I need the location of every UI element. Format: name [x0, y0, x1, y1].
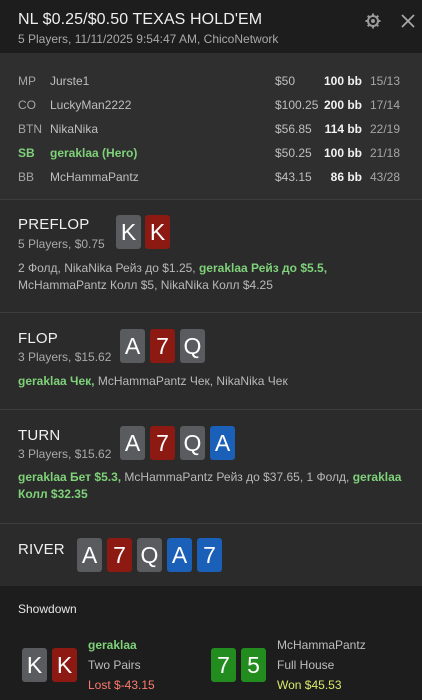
player-row: CO LuckyMan2222 $100.25 200 bb 17/14	[0, 95, 422, 117]
player-position: SB	[18, 146, 35, 160]
player-stack: $56.85	[275, 122, 312, 136]
card: 7	[197, 538, 222, 572]
card: Q	[180, 329, 205, 363]
showdown-villain-hand: Full House	[277, 658, 335, 672]
street-label: RIVER	[18, 541, 65, 558]
card: 7	[150, 329, 175, 363]
card: Q	[137, 538, 162, 572]
card: A	[120, 329, 145, 363]
player-stack: $50.25	[275, 146, 312, 160]
player-name[interactable]: NikaNika	[50, 122, 98, 136]
player-stack-bb: 86 bb	[330, 170, 362, 184]
player-stack-bb: 200 bb	[323, 98, 362, 112]
card: K	[22, 648, 47, 682]
card: 5	[241, 648, 266, 682]
card: A	[77, 538, 102, 572]
showdown-villain-result: Won $45.53	[277, 678, 342, 692]
players-table: MP Jurste1 $50 100 bb 15/13 CO LuckyMan2…	[0, 53, 422, 200]
player-position: MP	[18, 74, 36, 88]
street-actions: 2 Фолд, NikaNika Рейз до $1.25, geraklaa…	[18, 260, 408, 294]
player-name[interactable]: geraklaa (Hero)	[50, 146, 137, 160]
close-icon[interactable]	[400, 13, 416, 29]
card: 7	[107, 538, 132, 572]
turn-section: TURN 3 Players, $15.62 A 7 Q A geraklaa …	[0, 410, 422, 524]
player-stats: 17/14	[370, 98, 401, 112]
player-position: CO	[18, 98, 36, 112]
action-text: McHammaPantz Колл $5, NikaNika Колл $4.2…	[18, 278, 273, 292]
action-text: McHammaPantz Чек, NikaNika Чек	[94, 374, 288, 388]
player-name[interactable]: LuckyMan2222	[50, 98, 131, 112]
player-stats: 15/13	[370, 74, 401, 88]
player-position: BB	[18, 170, 35, 184]
river-section: RIVER A 7 Q A 7	[0, 524, 422, 586]
street-info: 5 Players, $0.75	[18, 237, 105, 251]
action-text: McHammaPantz Рейз до $37.65, 1 Фолд,	[121, 470, 353, 484]
street-info: 3 Players, $15.62	[18, 350, 112, 364]
showdown-title: Showdown	[18, 602, 77, 616]
card: A	[120, 426, 145, 460]
street-info: 3 Players, $15.62	[18, 447, 112, 461]
hero-action: geraklaa Чек,	[18, 374, 95, 388]
card: K	[145, 215, 170, 249]
preflop-section: PREFLOP 5 Players, $0.75 K K 2 Фолд, Nik…	[0, 200, 422, 313]
window-title: NL $0.25/$0.50 TEXAS HOLD'EM	[18, 11, 263, 28]
street-label: FLOP	[18, 330, 58, 347]
player-row: MP Jurste1 $50 100 bb 15/13	[0, 71, 422, 93]
player-position: BTN	[18, 122, 42, 136]
card: Q	[180, 426, 205, 460]
showdown-hero-name: geraklaa	[88, 638, 137, 652]
player-stats: 22/19	[370, 122, 401, 136]
hero-action: geraklaa Бет $5.3,	[18, 470, 122, 484]
card: K	[52, 648, 77, 682]
card: A	[167, 538, 192, 572]
card: K	[116, 215, 141, 249]
window-header: NL $0.25/$0.50 TEXAS HOLD'EM 5 Players, …	[0, 0, 422, 53]
card: A	[210, 426, 235, 460]
player-stack: $100.25	[275, 98, 319, 112]
player-name[interactable]: Jurste1	[50, 74, 89, 88]
player-row: BB McHammaPantz $43.15 86 bb 43/28	[0, 167, 422, 189]
hand-subtitle: 5 Players, 11/11/2025 9:54:47 AM, ChicoN…	[18, 32, 279, 46]
street-label: PREFLOP	[18, 216, 90, 233]
street-actions: geraklaa Бет $5.3, McHammaPantz Рейз до …	[18, 469, 408, 503]
player-name[interactable]: McHammaPantz	[50, 170, 139, 184]
player-stats: 43/28	[370, 170, 401, 184]
showdown-hero-result: Lost $-43.15	[88, 678, 155, 692]
showdown-villain-name: McHammaPantz	[277, 638, 366, 652]
player-stack-bb: 114 bb	[324, 122, 362, 136]
street-label: TURN	[18, 427, 61, 444]
player-row-hero: SB geraklaa (Hero) $50.25 100 bb 21/18	[0, 143, 422, 165]
player-stack: $50	[275, 74, 296, 88]
card: 7	[211, 648, 236, 682]
hero-action: geraklaa Рейз до $5.5,	[198, 261, 328, 275]
player-stats: 21/18	[370, 146, 401, 160]
gear-icon[interactable]	[365, 13, 381, 29]
street-actions: geraklaa Чек, McHammaPantz Чек, NikaNika…	[18, 373, 408, 390]
player-stack-bb: 100 bb	[323, 74, 362, 88]
player-stack-bb: 100 bb	[323, 146, 362, 160]
flop-section: FLOP 3 Players, $15.62 A 7 Q geraklaa Че…	[0, 313, 422, 410]
showdown-panel: Showdown K K geraklaa Two Pairs Lost $-4…	[0, 586, 422, 700]
showdown-hero-hand: Two Pairs	[88, 658, 141, 672]
card: 7	[150, 426, 175, 460]
action-text: 2 Фолд, NikaNika Рейз до $1.25,	[18, 261, 199, 275]
player-stack: $43.15	[275, 170, 312, 184]
player-row: BTN NikaNika $56.85 114 bb 22/19	[0, 119, 422, 141]
